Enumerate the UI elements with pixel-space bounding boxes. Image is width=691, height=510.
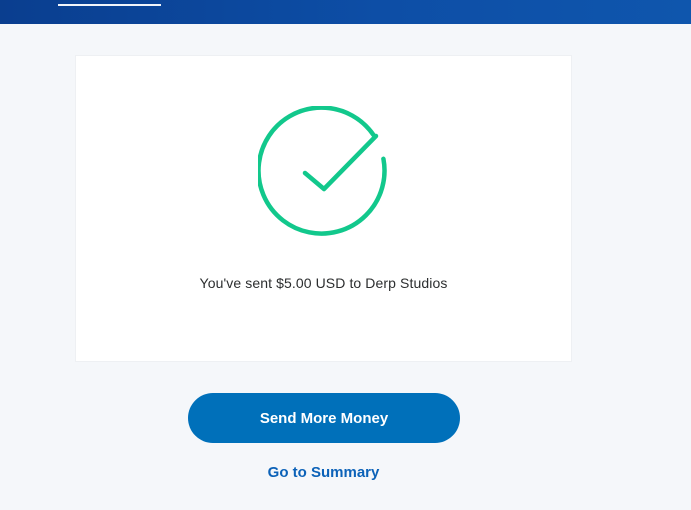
success-check-svg <box>258 106 387 236</box>
top-navigation-bar <box>0 0 691 24</box>
active-tab-underline <box>58 4 161 6</box>
confirmation-card: You've sent $5.00 USD to Derp Studios <box>75 55 572 362</box>
checkmark-circle-icon <box>258 106 392 240</box>
confirmation-message: You've sent $5.00 USD to Derp Studios <box>199 275 448 291</box>
success-circle-arc <box>258 106 387 236</box>
send-more-money-button[interactable]: Send More Money <box>188 393 460 443</box>
go-to-summary-link[interactable]: Go to Summary <box>0 464 647 481</box>
success-check-stroke <box>302 133 379 192</box>
